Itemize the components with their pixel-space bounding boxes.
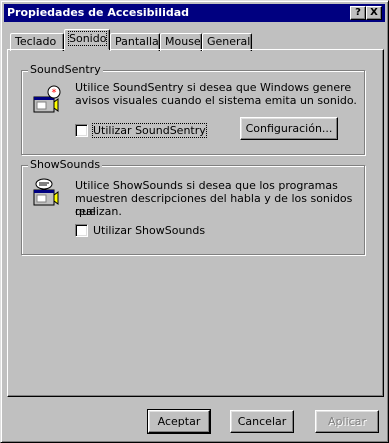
soundsentry-checkbox-label[interactable]: Utilizar SoundSentry xyxy=(92,123,207,138)
showsounds-checkbox-label[interactable]: Utilizar ShowSounds xyxy=(93,224,205,237)
soundsentry-description-2: avisos visuales cuando el sistema emita … xyxy=(75,94,357,107)
showsounds-group: ShowSounds Utilice ShowSounds si desea q… xyxy=(21,158,365,255)
tab-sonido[interactable]: Sonido xyxy=(64,29,110,51)
help-button[interactable]: ? xyxy=(350,6,366,20)
soundsentry-icon: * xyxy=(33,85,61,113)
showsounds-checkbox[interactable] xyxy=(75,224,88,237)
soundsentry-group: SoundSentry * Utilice SoundSentry si des… xyxy=(21,63,365,155)
accept-button[interactable]: Aceptar xyxy=(147,409,211,434)
close-button[interactable]: X xyxy=(366,6,382,20)
svg-text:*: * xyxy=(52,88,57,99)
apply-button[interactable]: Aplicar xyxy=(315,410,379,433)
soundsentry-description-1: Utilice SoundSentry si desea que Windows… xyxy=(75,81,352,94)
showsounds-description-1: Utilice ShowSounds si desea que los prog… xyxy=(75,179,338,192)
soundsentry-group-label: SoundSentry xyxy=(28,63,103,76)
showsounds-description-3: realizan. xyxy=(75,205,122,218)
accessibility-properties-dialog: Propiedades de Accesibilidad ? X Teclado… xyxy=(0,0,389,443)
tab-panel-sonido: SoundSentry * Utilice SoundSentry si des… xyxy=(7,49,384,397)
title-bar[interactable]: Propiedades de Accesibilidad ? X xyxy=(4,4,385,22)
cancel-button[interactable]: Cancelar xyxy=(230,410,294,433)
showsounds-icon xyxy=(33,178,59,206)
tab-sonido-label: Sonido xyxy=(67,31,108,46)
window-title: Propiedades de Accesibilidad xyxy=(7,6,190,19)
showsounds-group-label: ShowSounds xyxy=(28,158,103,171)
soundsentry-settings-button[interactable]: Configuración... xyxy=(240,117,338,140)
soundsentry-checkbox[interactable] xyxy=(75,124,88,137)
